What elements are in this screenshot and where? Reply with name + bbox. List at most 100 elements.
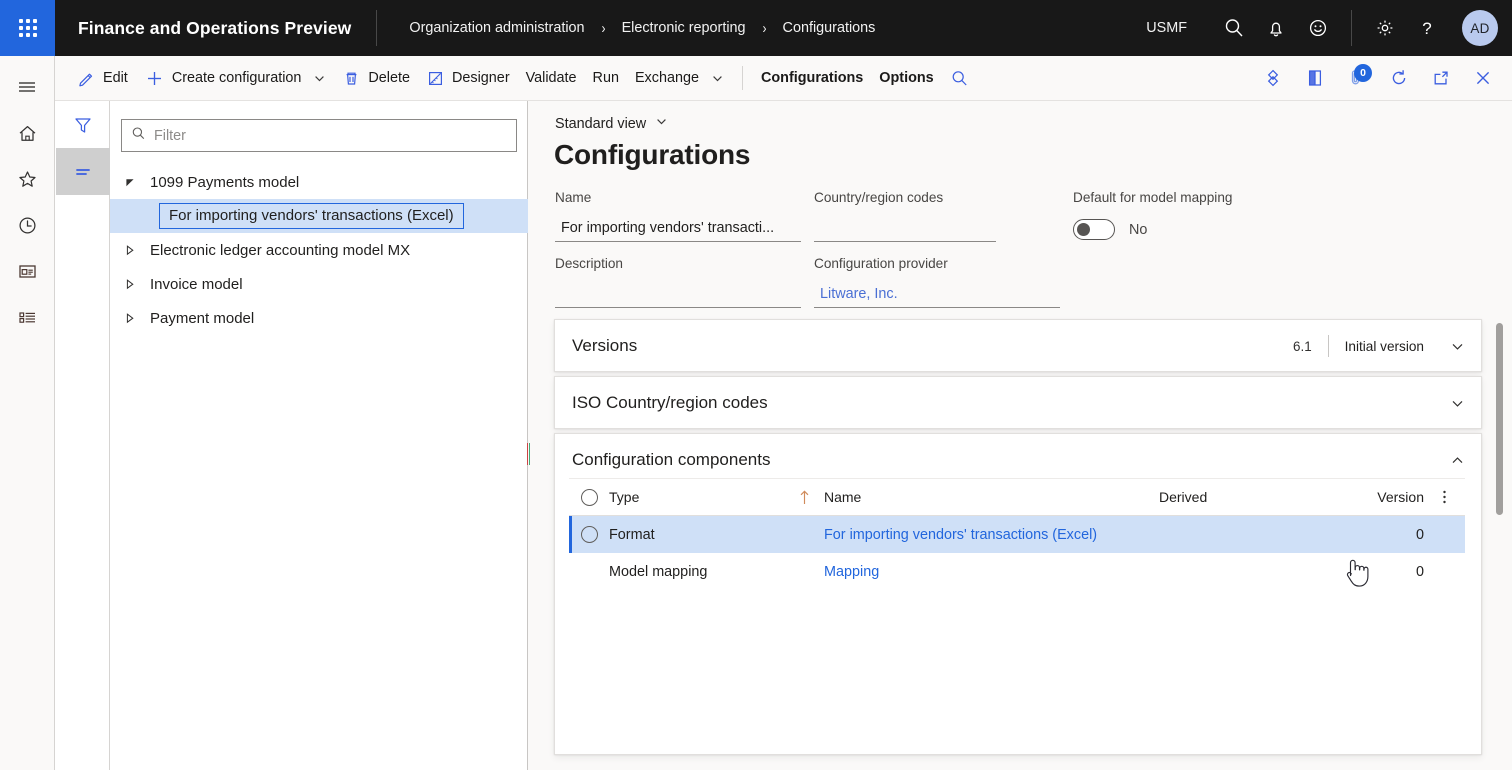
section-versions-summary: 6.1 Initial version xyxy=(1293,335,1465,357)
plus-icon xyxy=(144,68,165,89)
more-vertical-icon[interactable] xyxy=(1424,488,1464,506)
search-icon[interactable] xyxy=(1213,0,1255,56)
feedback-smiley-icon[interactable] xyxy=(1297,0,1339,56)
tab-configurations[interactable]: Configurations xyxy=(753,56,871,100)
breadcrumb-item-organization-administration[interactable]: Organization administration xyxy=(409,18,584,38)
filter-input[interactable] xyxy=(154,128,494,144)
relationships-diamond-icon[interactable] xyxy=(1252,56,1294,100)
favorites-star-icon[interactable] xyxy=(0,156,55,202)
validate-button[interactable]: Validate xyxy=(518,56,585,100)
field-configuration-provider-value[interactable]: Litware, Inc. xyxy=(814,282,1060,308)
field-name: Name For importing vendors' transacti... xyxy=(555,190,801,242)
expanded-triangle-icon[interactable] xyxy=(124,176,150,188)
column-header-derived[interactable]: Derived xyxy=(1159,489,1314,505)
section-versions: Versions 6.1 Initial version xyxy=(554,319,1482,372)
tree-node-payment-model[interactable]: Payment model xyxy=(110,301,528,335)
configuration-tree-panel: 1099 Payments model For importing vendor… xyxy=(110,101,528,770)
tree-node-1099-payments-model[interactable]: 1099 Payments model xyxy=(110,165,528,199)
tab-options[interactable]: Options xyxy=(871,56,941,100)
field-default-for-model-mapping-label: Default for model mapping xyxy=(1073,190,1232,205)
field-default-for-model-mapping: Default for model mapping No xyxy=(1073,190,1232,240)
breadcrumb-separator-icon: › xyxy=(601,20,605,37)
settings-gear-icon[interactable] xyxy=(1364,0,1406,56)
attachments-icon[interactable]: 0 xyxy=(1336,56,1378,100)
company-selector[interactable]: USMF xyxy=(1146,20,1187,36)
avatar[interactable]: AD xyxy=(1462,10,1498,46)
run-button[interactable]: Run xyxy=(585,56,627,100)
tree-node-label: Payment model xyxy=(150,310,254,327)
notifications-bell-icon[interactable] xyxy=(1255,0,1297,56)
section-iso-country-region-codes-header[interactable]: ISO Country/region codes xyxy=(555,377,1481,429)
modules-list-icon[interactable] xyxy=(0,294,55,340)
section-iso-country-region-codes: ISO Country/region codes xyxy=(554,376,1482,429)
tree-node-invoice-model[interactable]: Invoice model xyxy=(110,267,528,301)
model-tree: 1099 Payments model For importing vendor… xyxy=(110,165,528,335)
tree-node-electronic-ledger-accounting-model-mx[interactable]: Electronic ledger accounting model MX xyxy=(110,233,528,267)
select-all-checkbox[interactable] xyxy=(569,489,609,506)
field-description-input[interactable] xyxy=(555,282,801,308)
toolbar-search-button[interactable] xyxy=(942,56,977,100)
table-row[interactable]: Model mapping Mapping 0 xyxy=(569,553,1465,590)
delete-button[interactable]: Delete xyxy=(334,56,418,100)
column-header-version[interactable]: Version xyxy=(1314,489,1424,505)
header-actions: USMF ? AD xyxy=(1146,0,1512,56)
table-row[interactable]: Format For importing vendors' transactio… xyxy=(569,516,1465,553)
edit-label: Edit xyxy=(103,70,128,86)
field-description-label: Description xyxy=(555,256,801,271)
designer-label: Designer xyxy=(452,70,510,86)
section-configuration-components: Configuration components Type Name Deriv… xyxy=(554,433,1482,755)
collapsed-triangle-icon[interactable] xyxy=(124,278,150,290)
collapsed-triangle-icon[interactable] xyxy=(124,312,150,324)
collapsed-triangle-icon[interactable] xyxy=(124,244,150,256)
column-header-type[interactable]: Type xyxy=(609,489,784,505)
header-divider xyxy=(376,10,377,46)
sort-ascending-icon[interactable] xyxy=(784,489,824,506)
cell-name-link[interactable]: Mapping xyxy=(824,564,1159,580)
field-country-region-codes-input[interactable] xyxy=(814,216,996,242)
tree-node-label: 1099 Payments model xyxy=(150,174,299,191)
open-in-new-window-icon[interactable] xyxy=(1420,56,1462,100)
filter-funnel-icon[interactable] xyxy=(56,101,110,148)
section-versions-header[interactable]: Versions 6.1 Initial version xyxy=(555,320,1481,372)
help-question-icon[interactable]: ? xyxy=(1406,0,1448,56)
field-configuration-provider: Configuration provider Litware, Inc. xyxy=(814,256,1060,308)
breadcrumb-item-electronic-reporting[interactable]: Electronic reporting xyxy=(622,18,746,38)
tree-node-label: Invoice model xyxy=(150,276,243,293)
default-for-model-mapping-toggle[interactable] xyxy=(1073,219,1115,240)
home-icon[interactable] xyxy=(0,110,55,156)
list-lines-icon[interactable] xyxy=(56,148,110,195)
section-versions-name: Initial version xyxy=(1345,339,1424,354)
tree-tools-rail xyxy=(56,101,110,770)
field-name-input[interactable]: For importing vendors' transacti... xyxy=(555,216,801,242)
refresh-icon[interactable] xyxy=(1378,56,1420,100)
office-app-icon[interactable] xyxy=(1294,56,1336,100)
svg-text:?: ? xyxy=(1422,19,1431,38)
designer-button[interactable]: Designer xyxy=(418,56,518,100)
chevron-down-icon[interactable] xyxy=(1450,339,1465,354)
app-launcher-icon[interactable] xyxy=(0,0,55,56)
search-icon xyxy=(950,69,969,88)
edit-button[interactable]: Edit xyxy=(69,56,136,100)
circle-checkbox-icon xyxy=(581,526,598,543)
chevron-up-icon[interactable] xyxy=(1450,453,1465,468)
configuration-components-grid: Type Name Derived Version Format For imp… xyxy=(569,478,1465,706)
workspaces-icon[interactable] xyxy=(0,248,55,294)
attachments-badge: 0 xyxy=(1354,64,1372,82)
cell-type: Format xyxy=(609,527,784,543)
field-configuration-provider-label: Configuration provider xyxy=(814,256,1060,271)
header-divider xyxy=(1351,10,1352,46)
recent-clock-icon[interactable] xyxy=(0,202,55,248)
exchange-button[interactable]: Exchange xyxy=(627,56,732,100)
chevron-down-icon[interactable] xyxy=(1450,396,1465,411)
filter-box[interactable] xyxy=(121,119,517,152)
main-vertical-scrollbar[interactable] xyxy=(1496,323,1503,515)
column-header-name[interactable]: Name xyxy=(824,489,1159,505)
row-select-checkbox[interactable] xyxy=(569,526,609,543)
close-icon[interactable] xyxy=(1462,56,1504,100)
tree-node-for-importing-vendors-transactions-excel[interactable]: For importing vendors' transactions (Exc… xyxy=(110,199,528,233)
cell-name-link[interactable]: For importing vendors' transactions (Exc… xyxy=(824,527,1159,543)
view-selector[interactable]: Standard view xyxy=(555,115,668,132)
create-configuration-button[interactable]: Create configuration xyxy=(136,56,335,100)
hamburger-menu-icon[interactable] xyxy=(0,64,55,110)
breadcrumb-item-configurations[interactable]: Configurations xyxy=(783,18,876,38)
